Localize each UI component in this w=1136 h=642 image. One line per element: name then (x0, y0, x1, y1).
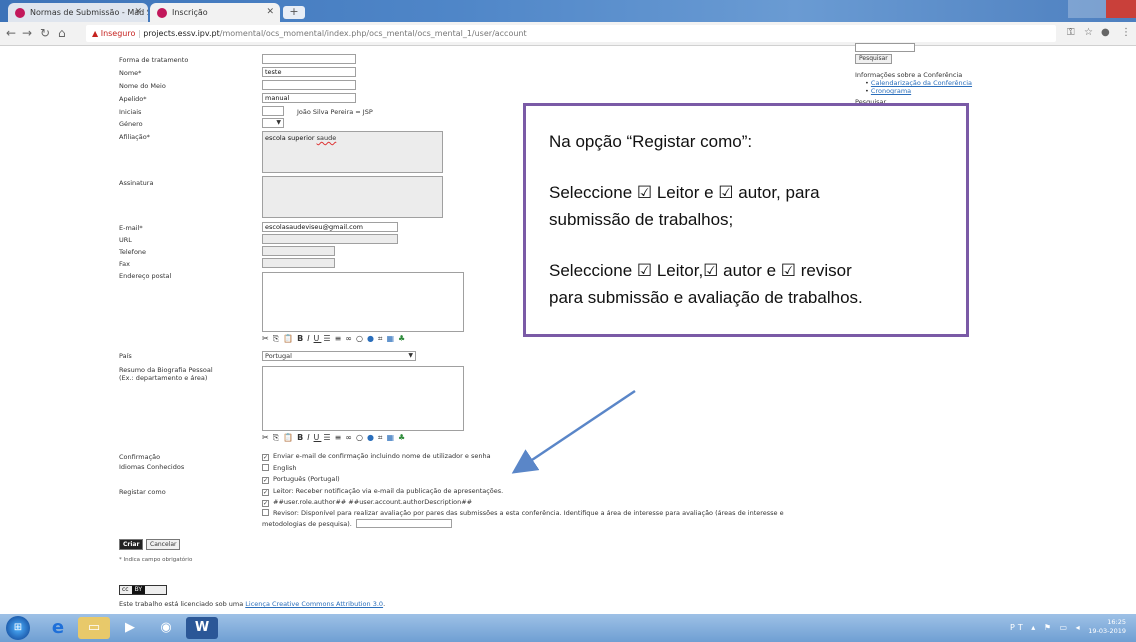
star-icon[interactable]: ☆ (1084, 27, 1093, 38)
account-icon[interactable]: ● (1101, 27, 1110, 38)
clock[interactable]: 16:25 19-03-2019 (1088, 618, 1126, 636)
new-tab-button[interactable]: + (283, 6, 305, 19)
media-icon[interactable]: ▶ (114, 617, 146, 639)
url-path: /momental/ocs_momental/index.php/ocs_men… (219, 29, 527, 38)
site-favicon-icon (157, 8, 167, 18)
url-input[interactable]: ▲ Inseguro | projects.essv.ipv.pt/moment… (86, 25, 1056, 42)
page-content: Forma de tratamento Nome* teste Nome do … (0, 43, 1136, 614)
tab-inscricao[interactable]: Inscrição ✕ (150, 3, 280, 22)
warning-icon: ▲ (92, 29, 99, 38)
callout-arrow (511, 389, 636, 474)
home-icon[interactable]: ⌂ (58, 26, 66, 40)
site-favicon-icon (15, 8, 25, 18)
system-tray: PT ▴ ⚑ ▭ ◂ (1010, 623, 1083, 632)
windows-start-icon[interactable]: ⊞ (6, 616, 30, 640)
url-host: projects.essv.ipv.pt (143, 29, 220, 38)
close-tab-icon[interactable]: ✕ (266, 7, 274, 17)
chrome-icon[interactable]: ◉ (150, 617, 182, 639)
explorer-icon[interactable]: ▭ (78, 617, 110, 639)
insecure-label: Inseguro (100, 29, 136, 38)
arrow-line (511, 389, 636, 474)
ie-icon[interactable]: e (42, 617, 74, 639)
menu-icon[interactable]: ⋮ (1121, 27, 1131, 38)
address-bar: ← → ↻ ⌂ ▲ Inseguro | projects.essv.ipv.p… (0, 22, 1136, 46)
tab-normas[interactable]: Normas de Submissão - Mad Sa ✕ (8, 3, 148, 22)
forward-icon[interactable]: → (22, 26, 32, 40)
window-close-icon[interactable] (1106, 0, 1136, 18)
key-icon[interactable]: ⚿ (1067, 27, 1075, 38)
word-icon[interactable]: W (186, 617, 218, 639)
windows-taskbar: ⊞ e ▭ ▶ ◉ W PT ▴ ⚑ ▭ ◂ 16:25 19-03-2019 (0, 614, 1136, 642)
browser-tab-strip: Normas de Submissão - Mad Sa ✕ Inscrição… (0, 0, 1136, 22)
back-icon[interactable]: ← (6, 26, 16, 40)
window-controls (1068, 0, 1136, 18)
reload-icon[interactable]: ↻ (40, 26, 50, 40)
close-tab-icon[interactable]: ✕ (134, 7, 142, 17)
